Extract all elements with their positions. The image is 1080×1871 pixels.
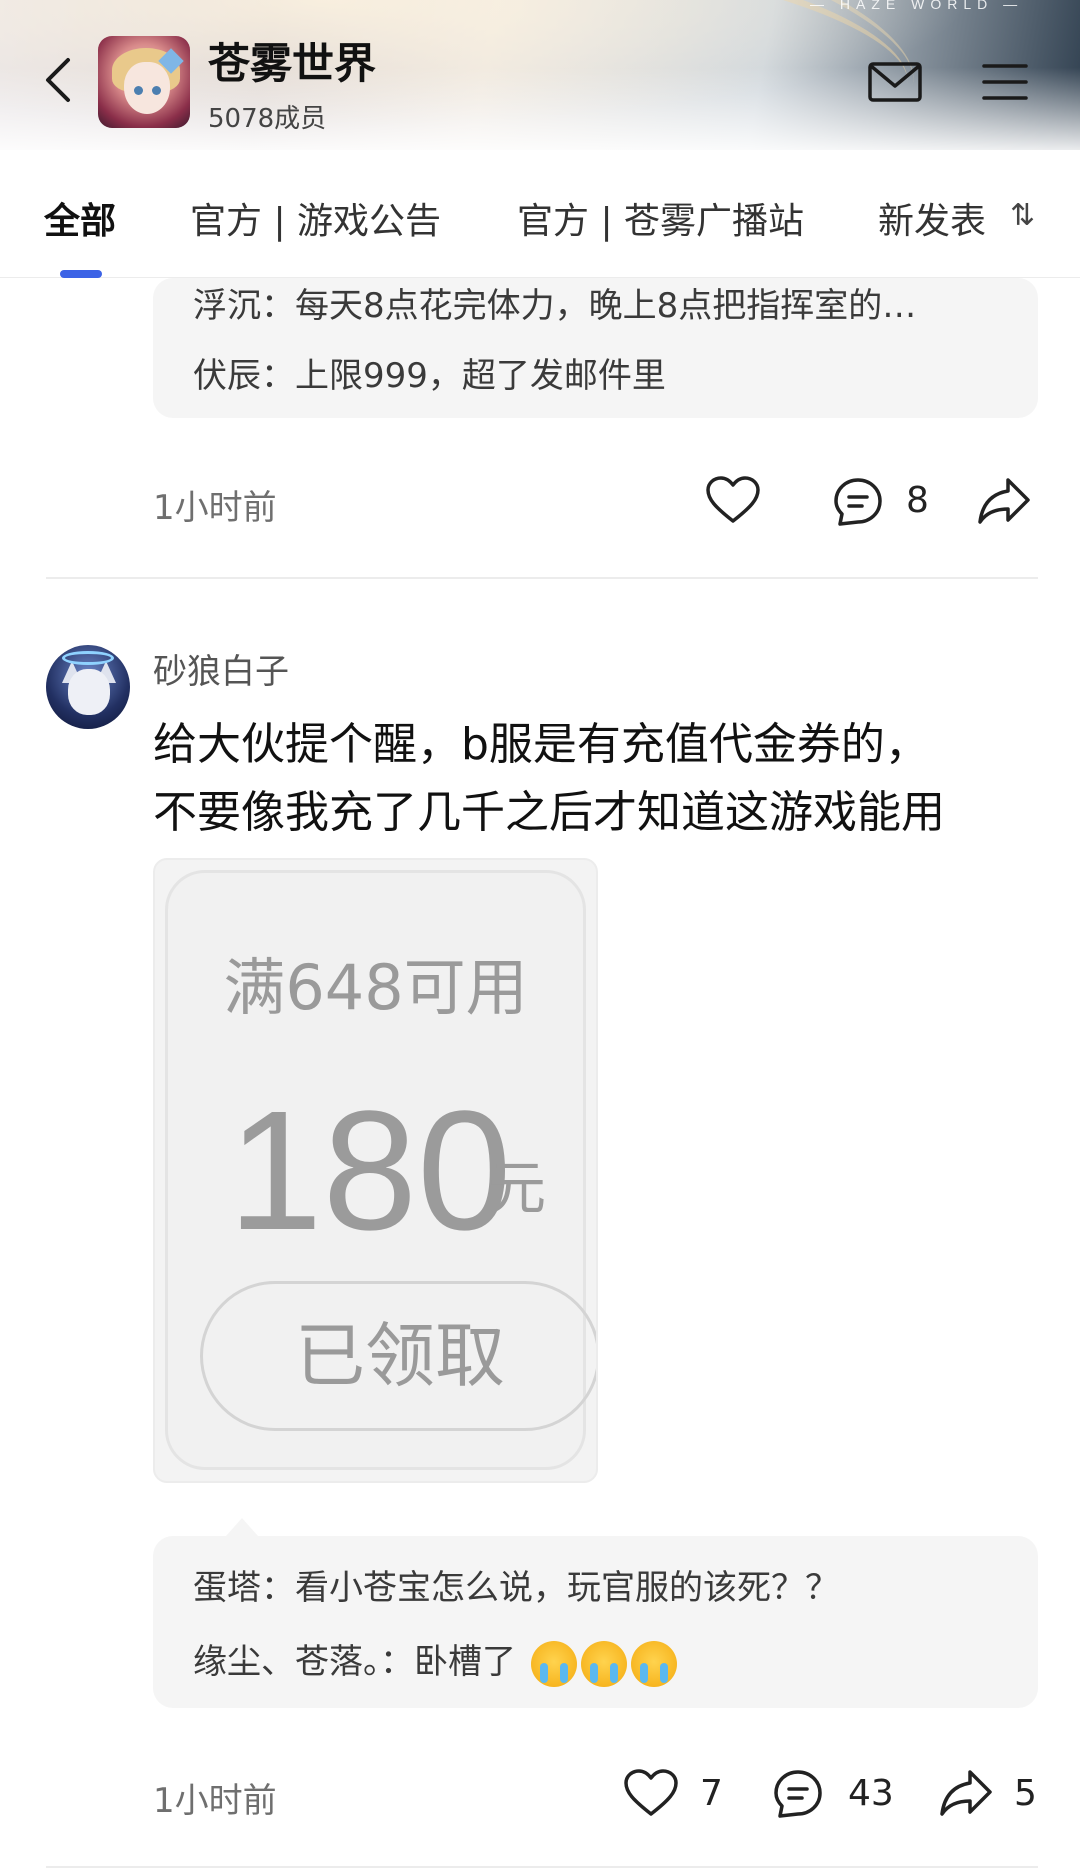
comment-count: 43 <box>848 1773 894 1814</box>
back-arrow-icon[interactable] <box>42 56 74 104</box>
post-divider <box>46 577 1038 579</box>
post-time: 1小时前 <box>153 488 277 528</box>
coupon-amount: 180 <box>228 1076 512 1266</box>
like-icon[interactable] <box>705 475 761 525</box>
menu-icon[interactable] <box>982 62 1028 102</box>
like-icon[interactable] <box>623 1768 679 1818</box>
share-icon[interactable] <box>938 1766 994 1820</box>
post-text-line[interactable]: 给大伙提个醒，b服是有充值代金券的， <box>153 708 929 772</box>
avatar-face <box>124 62 170 114</box>
comment-text: 每天8点花完体力，晚上8点把指挥室的… <box>295 286 917 326</box>
comment-preview-line: 浮沉：每天8点花完体力，晚上8点把指挥室的… <box>193 278 916 327</box>
post-divider <box>46 1866 1038 1868</box>
group-title: 苍雾世界 <box>208 39 377 88</box>
crying-emoji-icon <box>530 1640 577 1687</box>
avatar-face <box>68 669 110 715</box>
post-author[interactable]: 砂狼白子 <box>153 644 289 693</box>
comment-author[interactable]: 蛋塔 <box>193 1568 261 1608</box>
comment-preview[interactable]: 浮沉：每天8点花完体力，晚上8点把指挥室的… 伏辰：上限999，超了发邮件里 <box>153 278 1038 418</box>
group-avatar[interactable] <box>98 36 190 128</box>
avatar-eye <box>152 86 161 95</box>
tab-active-indicator <box>60 270 102 278</box>
tab-all[interactable]: 全部 <box>44 192 116 244</box>
crying-emoji-icon <box>630 1640 677 1687</box>
comment-text: 看小苍宝怎么说，玩官服的该死？？ <box>295 1568 839 1608</box>
crying-emoji-icon <box>580 1640 627 1687</box>
comment-bubble-arrow <box>226 1518 258 1536</box>
tab-bar: 全部 官方 | 游戏公告 官方 | 苍雾广播站 新发表 <box>0 150 1080 278</box>
coupon-condition: 满648可用 <box>223 951 528 1024</box>
post-text-line[interactable]: 不要像我充了几千之后才知道这游戏能用 <box>153 776 945 840</box>
coupon-card: 满648可用 180 元 已领取 <box>165 870 596 1470</box>
comment-author[interactable]: 浮沉 <box>193 286 261 326</box>
tab-new-posts[interactable]: 新发表 <box>878 192 986 244</box>
comment-separator: ： <box>261 1568 295 1608</box>
comment-author[interactable]: 缘尘、苍落。 <box>193 1642 380 1682</box>
user-avatar[interactable] <box>46 645 130 729</box>
comment-icon[interactable] <box>772 1768 824 1820</box>
comment-preview[interactable]: 蛋塔：看小苍宝怎么说，玩官服的该死？？ 缘尘、苍落。：卧槽了 <box>153 1536 1038 1708</box>
banner-tag: — HAZE WORLD — <box>810 0 1024 12</box>
post-image[interactable]: 满648可用 180 元 已领取 <box>153 858 598 1483</box>
tab-official-broadcast[interactable]: 官方 | 苍雾广播站 <box>517 192 804 244</box>
group-header: — HAZE WORLD — 苍雾世界 5078成员 <box>0 0 1080 150</box>
coupon-claimed-button: 已领取 <box>200 1281 596 1431</box>
avatar-halo <box>62 651 114 665</box>
comment-count: 8 <box>906 480 929 521</box>
comment-separator: ： <box>261 286 295 326</box>
share-count: 5 <box>1014 1773 1037 1814</box>
mail-icon[interactable] <box>868 62 922 102</box>
comment-author[interactable]: 伏辰 <box>193 356 261 396</box>
post-time: 1小时前 <box>153 1781 277 1821</box>
comment-text: 上限999，超了发邮件里 <box>295 356 666 396</box>
comment-preview-line: 蛋塔：看小苍宝怎么说，玩官服的该死？？ <box>193 1560 839 1609</box>
comment-icon[interactable] <box>832 476 884 528</box>
comment-separator: ： <box>380 1642 414 1682</box>
sort-icon[interactable]: ⇅ <box>1010 198 1035 233</box>
like-count: 7 <box>700 1773 723 1814</box>
member-count[interactable]: 5078成员 <box>208 98 326 135</box>
share-icon[interactable] <box>976 474 1032 528</box>
comment-text: 卧槽了 <box>414 1642 516 1682</box>
avatar-eye <box>134 86 143 95</box>
comment-preview-line: 伏辰：上限999，超了发邮件里 <box>193 348 666 397</box>
comment-preview-line: 缘尘、苍落。：卧槽了 <box>193 1634 677 1687</box>
tab-official-announcements[interactable]: 官方 | 游戏公告 <box>190 192 441 244</box>
comment-separator: ： <box>261 356 295 396</box>
coupon-unit: 元 <box>488 1154 547 1222</box>
